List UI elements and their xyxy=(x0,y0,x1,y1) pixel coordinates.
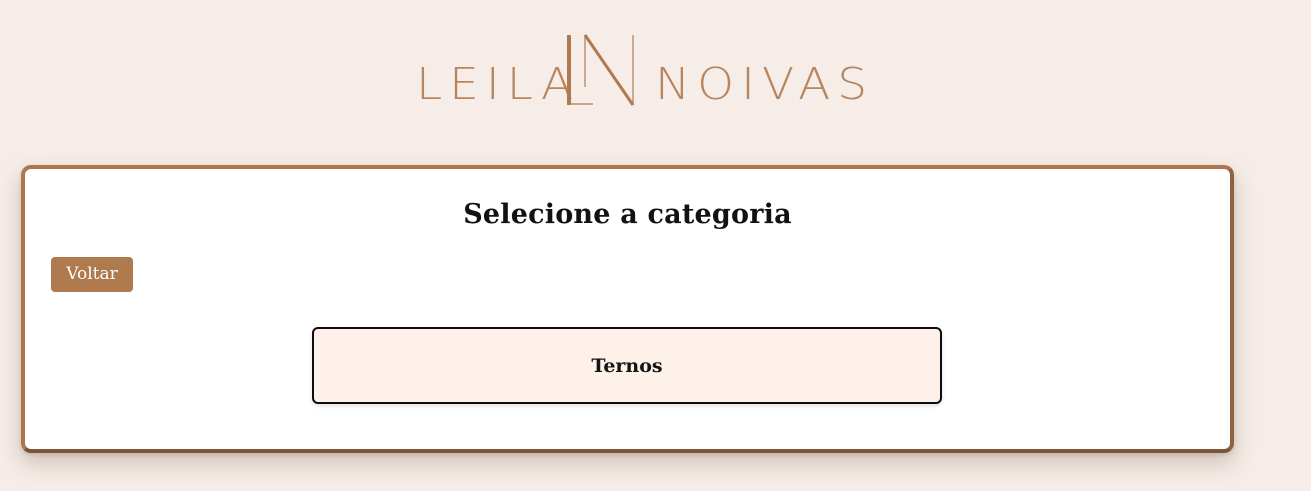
back-button[interactable]: Voltar xyxy=(51,257,133,292)
logo-monogram xyxy=(567,34,635,106)
logo-word-noivas: NOIVAS xyxy=(655,59,875,110)
brand-logo: LEILA NOIVAS xyxy=(413,28,867,110)
page-title: Selecione a categoria xyxy=(463,199,792,230)
category-item-ternos[interactable]: Ternos xyxy=(312,327,942,404)
logo-word-leila: LEILA xyxy=(416,59,581,110)
category-panel: Selecione a categoria Voltar Ternos xyxy=(21,165,1234,453)
